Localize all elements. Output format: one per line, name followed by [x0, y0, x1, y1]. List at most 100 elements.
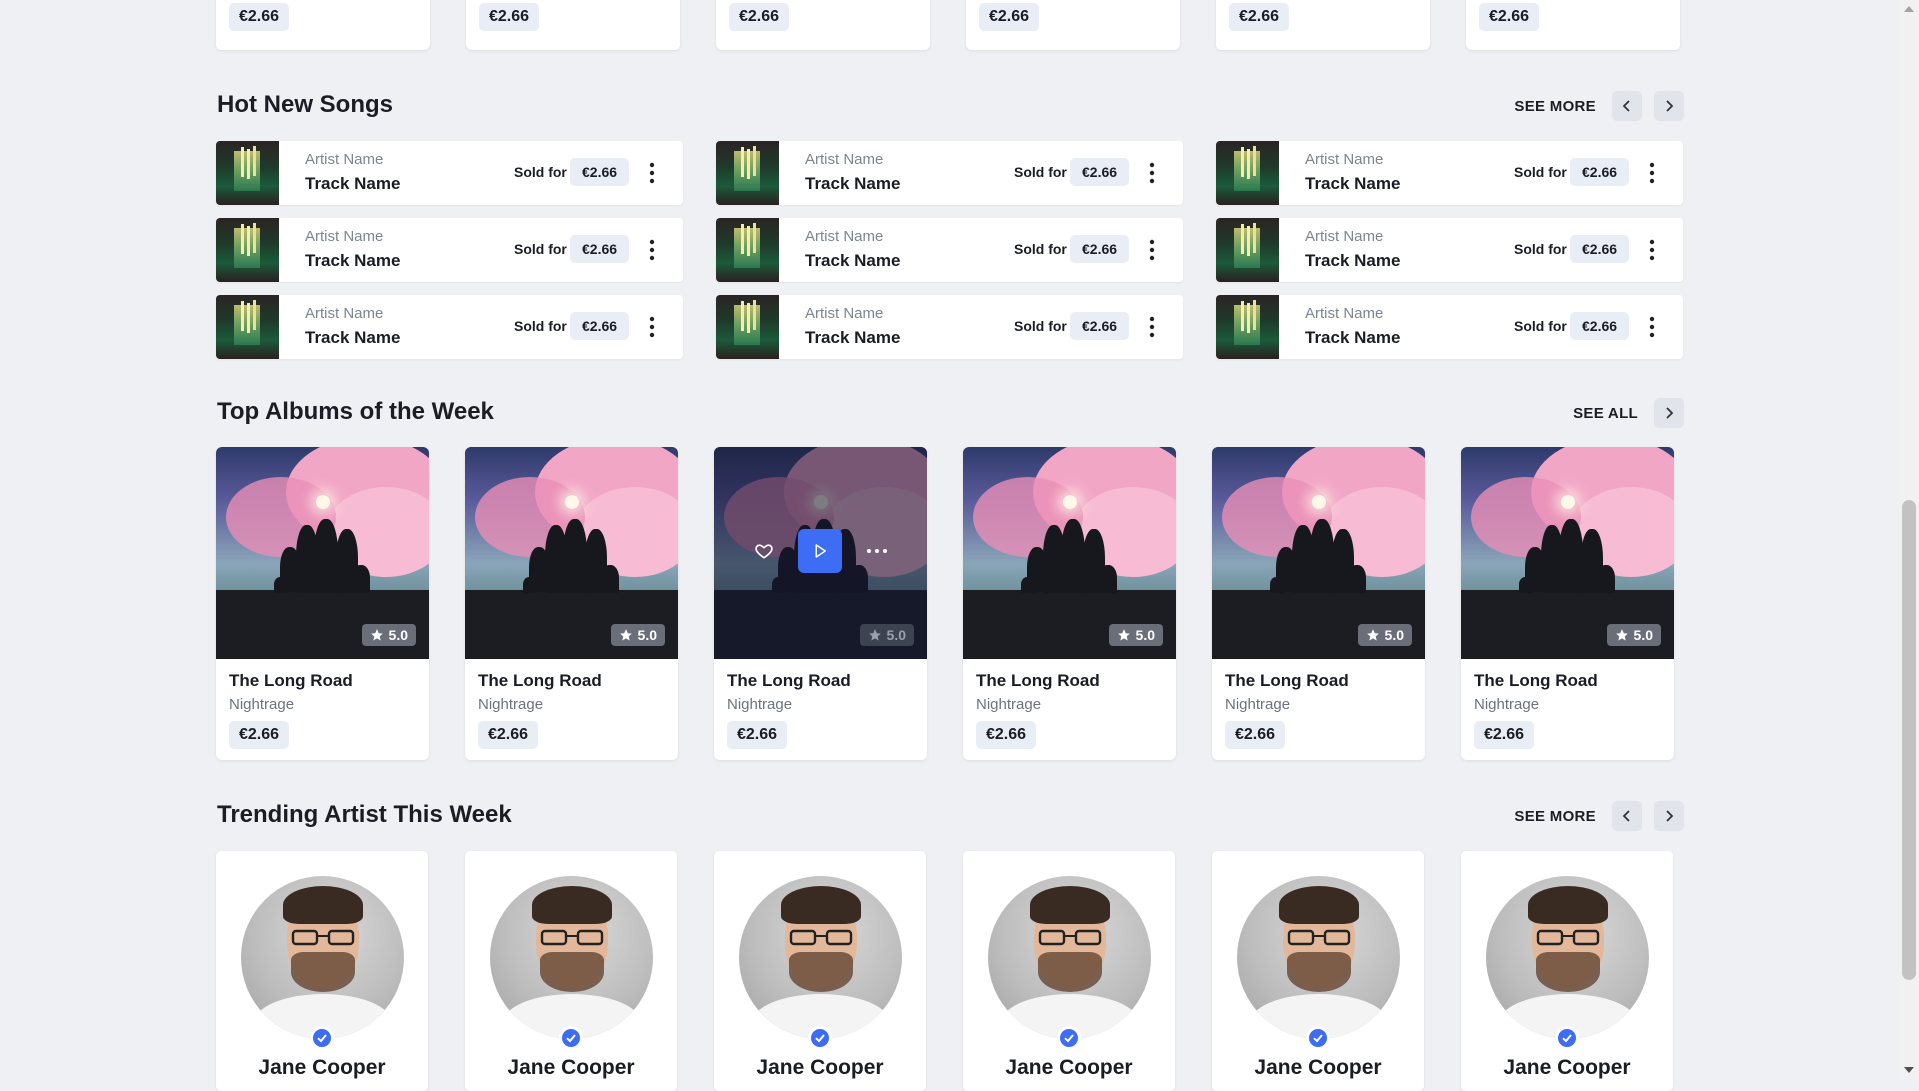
ellipsis-icon[interactable] — [866, 547, 888, 555]
album-card-hovered[interactable]: 5.0 The Long Road Nightrage €2.66 — [714, 447, 927, 760]
kebab-icon[interactable] — [648, 159, 656, 187]
kebab-icon[interactable] — [1148, 236, 1156, 264]
price-tag: €2.66 — [1229, 3, 1290, 31]
star-icon — [868, 629, 881, 641]
album-artist: Nightrage — [727, 696, 793, 713]
sold-for-label: Sold for — [1514, 241, 1567, 257]
verified-badge — [1555, 1026, 1579, 1050]
song-row[interactable]: Artist Name Track Name Sold for €2.66 — [716, 218, 1183, 282]
next-button[interactable] — [1654, 398, 1684, 428]
prev-button[interactable] — [1612, 91, 1642, 121]
song-track: Track Name — [1305, 174, 1401, 193]
next-button[interactable] — [1654, 91, 1684, 121]
check-badge-icon — [815, 1034, 825, 1043]
heart-icon[interactable] — [754, 541, 774, 561]
album-card[interactable]: 5.0 The Long Road Nightrage €2.66 — [216, 447, 429, 760]
rating-badge: 5.0 — [610, 624, 665, 646]
price-tag: €2.66 — [729, 3, 790, 31]
song-row[interactable]: Artist Name Track Name Sold for €2.66 — [1216, 141, 1683, 205]
artist-name: Jane Cooper — [258, 1056, 386, 1079]
artist-card[interactable]: Jane Cooper — [714, 851, 926, 1091]
song-cover — [716, 141, 779, 205]
song-artist: Artist Name — [305, 151, 384, 168]
page-scrollbar[interactable] — [1899, 0, 1919, 1079]
kebab-icon[interactable] — [1648, 159, 1656, 187]
rating-value: 5.0 — [637, 627, 657, 643]
kebab-icon[interactable] — [1148, 159, 1156, 187]
rating-value: 5.0 — [1633, 627, 1653, 643]
see-more-link[interactable]: SEE MORE — [1514, 98, 1596, 115]
artist-card[interactable]: Jane Cooper — [1212, 851, 1424, 1091]
song-row[interactable]: Artist Name Track Name Sold for €2.66 — [1216, 295, 1683, 359]
song-artist: Artist Name — [1305, 305, 1384, 322]
section-title: Hot New Songs — [217, 91, 394, 118]
song-artist: Artist Name — [805, 305, 884, 322]
artist-name: Jane Cooper — [507, 1056, 635, 1079]
play-button[interactable] — [797, 529, 842, 573]
song-row[interactable]: Artist Name Track Name Sold for €2.66 — [716, 295, 1183, 359]
sold-for-label: Sold for — [514, 241, 567, 257]
song-cover — [1216, 218, 1279, 282]
see-all-link[interactable]: SEE ALL — [1573, 405, 1638, 422]
album-artist: Nightrage — [1474, 696, 1540, 713]
artist-card[interactable]: Jane Cooper — [963, 851, 1175, 1091]
section-actions: SEE MORE — [1514, 801, 1684, 831]
song-track: Track Name — [1305, 251, 1401, 270]
rating-value: 5.0 — [1135, 627, 1155, 643]
verified-badge — [1306, 1026, 1330, 1050]
album-card[interactable]: 5.0 The Long Road Nightrage €2.66 — [963, 447, 1176, 760]
song-row[interactable]: Artist Name Track Name Sold for €2.66 — [1216, 218, 1683, 282]
song-cover — [1216, 295, 1279, 359]
verified-badge — [559, 1026, 583, 1050]
price-tag: €2.66 — [1570, 235, 1630, 263]
check-badge-icon — [1562, 1034, 1572, 1043]
kebab-icon[interactable] — [1648, 236, 1656, 264]
song-artist: Artist Name — [305, 228, 384, 245]
scroll-down-arrow[interactable] — [1904, 1067, 1914, 1073]
song-track: Track Name — [1305, 328, 1401, 347]
next-button[interactable] — [1654, 801, 1684, 831]
album-title: The Long Road — [1225, 671, 1349, 690]
kebab-icon[interactable] — [648, 236, 656, 264]
price-tag: €2.66 — [229, 3, 290, 31]
kebab-icon[interactable] — [1148, 313, 1156, 341]
rating-badge: 5.0 — [1357, 624, 1412, 646]
play-icon — [815, 544, 826, 558]
song-row[interactable]: Artist Name Track Name Sold for €2.66 — [716, 141, 1183, 205]
partial-card[interactable]: €2.66 — [466, 0, 680, 50]
price-tag: €2.66 — [1474, 721, 1535, 749]
album-card[interactable]: 5.0 The Long Road Nightrage €2.66 — [465, 447, 678, 760]
price-tag: €2.66 — [478, 721, 539, 749]
partial-card[interactable]: €2.66 — [966, 0, 1180, 50]
partial-card[interactable]: €2.66 — [1466, 0, 1680, 50]
kebab-icon[interactable] — [648, 313, 656, 341]
partial-card[interactable]: €2.66 — [716, 0, 930, 50]
chevron-right-icon — [1666, 100, 1674, 112]
artist-name: Jane Cooper — [756, 1056, 884, 1079]
scroll-up-arrow[interactable] — [1904, 6, 1914, 12]
prev-button[interactable] — [1612, 801, 1642, 831]
album-card[interactable]: 5.0 The Long Road Nightrage €2.66 — [1212, 447, 1425, 760]
scroll-thumb[interactable] — [1902, 500, 1916, 980]
partial-card[interactable]: €2.66 — [216, 0, 430, 50]
kebab-icon[interactable] — [1648, 313, 1656, 341]
song-row[interactable]: Artist Name Track Name Sold for €2.66 — [216, 218, 683, 282]
price-tag: €2.66 — [1570, 158, 1630, 186]
partial-card[interactable]: €2.66 — [1216, 0, 1430, 50]
price-tag: €2.66 — [1070, 235, 1130, 263]
song-row[interactable]: Artist Name Track Name Sold for €2.66 — [216, 295, 683, 359]
song-track: Track Name — [305, 174, 401, 193]
artist-card[interactable]: Jane Cooper — [465, 851, 677, 1091]
artist-card[interactable]: Jane Cooper — [216, 851, 428, 1091]
song-row[interactable]: Artist Name Track Name Sold for €2.66 — [216, 141, 683, 205]
rating-value: 5.0 — [1384, 627, 1404, 643]
sold-for-label: Sold for — [1014, 241, 1067, 257]
price-tag: €2.66 — [479, 3, 540, 31]
artist-card[interactable]: Jane Cooper — [1461, 851, 1673, 1091]
album-card[interactable]: 5.0 The Long Road Nightrage €2.66 — [1461, 447, 1674, 760]
sold-for-label: Sold for — [1014, 318, 1067, 334]
sold-for-label: Sold for — [1014, 164, 1067, 180]
verified-badge — [310, 1026, 334, 1050]
see-more-link[interactable]: SEE MORE — [1514, 808, 1596, 825]
avatar — [1237, 876, 1400, 1039]
